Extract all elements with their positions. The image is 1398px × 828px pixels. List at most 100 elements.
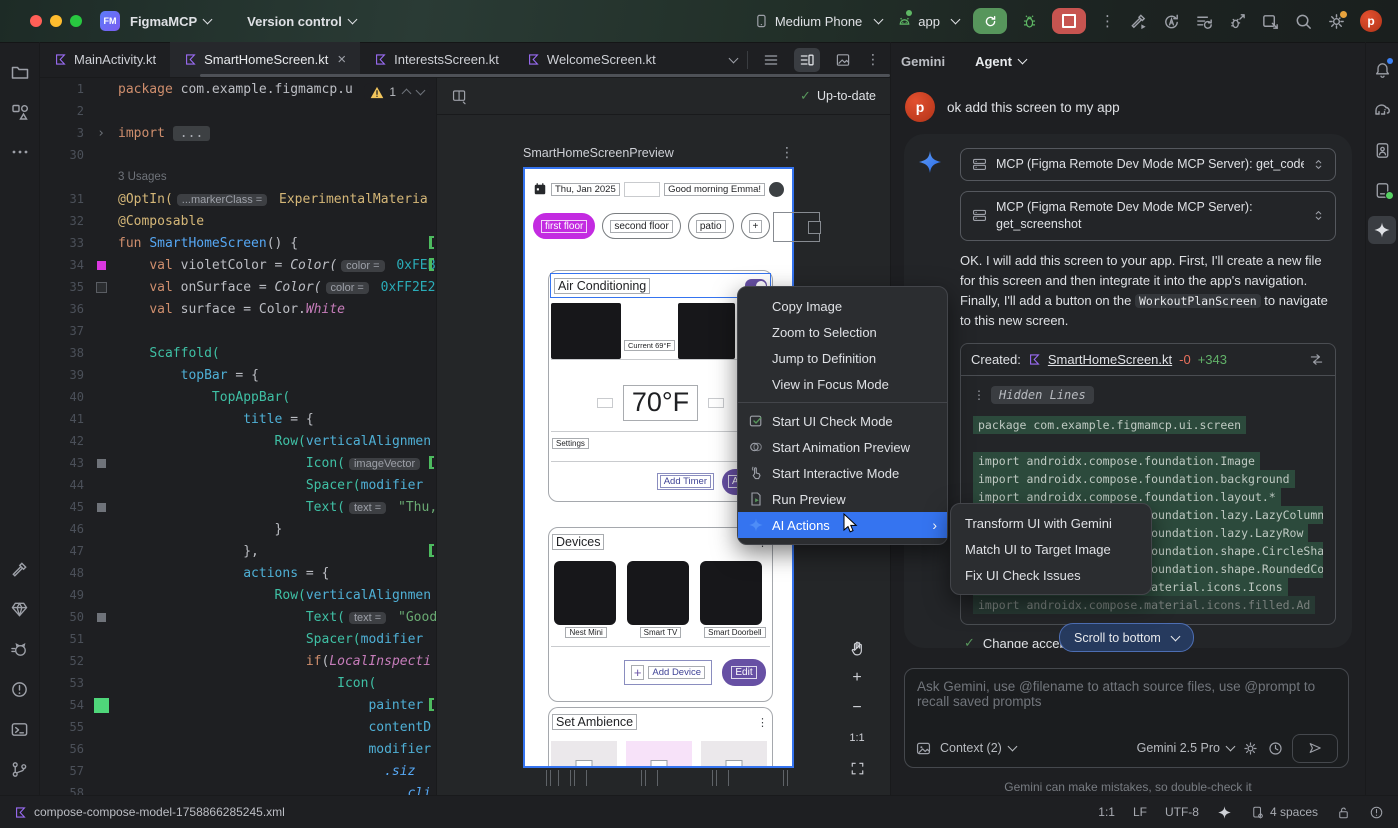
selection-handle[interactable] [808,221,821,234]
project-selector[interactable]: FigmaMCP [130,14,211,29]
model-selector[interactable]: Gemini 2.5 Pro [1137,741,1234,755]
minimize-window-icon[interactable] [50,15,62,27]
tab-list-chevron-icon[interactable] [730,55,737,64]
pan-hand-icon[interactable] [844,636,870,660]
more-actions-kebab[interactable]: ⋮ [1100,12,1115,30]
room-chip-first-floor[interactable]: first floor [533,213,595,239]
close-window-icon[interactable] [30,15,42,27]
search-everywhere-icon[interactable] [1294,12,1313,31]
editor-tab-mainactivity-kt[interactable]: MainActivity.kt [40,42,170,77]
preview-kebab-icon[interactable]: ⋮ [780,144,794,161]
running-devices-icon[interactable] [1368,176,1396,204]
preview-layout-icon[interactable] [451,88,468,105]
color-swatch[interactable] [97,459,106,468]
device-tile-smart-doorbell[interactable] [700,561,762,625]
device-manager-icon[interactable] [1368,136,1396,164]
code-editor[interactable]: 1package com.example.figmamcp.u23›import… [40,78,436,795]
color-swatch[interactable] [94,698,109,713]
menu-item-copy-image[interactable]: Copy Image [738,293,947,319]
room-chip-second-floor[interactable]: second floor [602,213,680,239]
status-file[interactable]: compose-compose-model-1758866285245.xml [14,805,285,819]
tab-scrollbar[interactable] [200,74,890,77]
mcp-call-card[interactable]: MCP (Figma Remote Dev Mode MCP Server): … [960,191,1336,241]
inspection-widget[interactable]: 1 [364,83,430,101]
edit-button[interactable]: Edit [722,659,766,686]
zoom-fit-button[interactable] [844,756,870,780]
open-diff-icon[interactable] [1308,351,1325,368]
build-toolwindow-icon[interactable] [6,555,34,583]
color-swatch[interactable] [97,613,106,622]
file-encoding[interactable]: UTF-8 [1165,805,1199,819]
problems-icon[interactable] [6,675,34,703]
send-button[interactable] [1292,734,1338,763]
temp-plus-bounds[interactable] [708,398,724,408]
submenu-item-match-ui-to-target-image[interactable]: Match UI to Target Image [951,536,1151,562]
vcs-menu[interactable]: Version control [247,14,356,29]
ambience-swatch[interactable] [626,741,692,768]
history-icon[interactable] [1267,740,1284,757]
device-tile-nest-mini[interactable] [554,561,616,625]
code-view-button[interactable] [758,48,784,72]
window-controls[interactable] [30,15,82,27]
rerun-button[interactable] [973,8,1007,34]
created-file-link[interactable]: SmartHomeScreen.kt [1048,352,1172,367]
editor-options-kebab[interactable]: ⋮ [866,51,880,68]
run-config-selector[interactable]: app [896,13,959,30]
lock-icon[interactable] [1336,805,1351,820]
indent-config[interactable]: 4 spaces [1250,805,1318,820]
room-chip-patio[interactable]: patio [688,213,734,239]
next-warning-icon[interactable] [416,86,426,96]
prompt-settings-icon[interactable] [1242,740,1259,757]
zoom-out-button[interactable]: − [844,696,870,720]
version-control-icon[interactable] [6,755,34,783]
apply-changes-icon[interactable] [1162,12,1181,31]
line-separator[interactable]: LF [1133,805,1147,819]
attach-image-icon[interactable] [915,740,932,757]
expand-icon[interactable] [1312,158,1325,171]
menu-item-start-ui-check-mode[interactable]: Start UI Check Mode [738,408,947,434]
color-swatch[interactable] [97,261,106,270]
color-swatch[interactable] [96,282,107,293]
device-tile-smart-tv[interactable] [627,561,689,625]
mcp-call-card[interactable]: MCP (Figma Remote Dev Mode MCP Server): … [960,148,1336,181]
gemini-toolwindow-icon[interactable] [1368,216,1396,244]
zoom-in-button[interactable]: + [844,666,870,690]
project-toolwindow-icon[interactable] [6,58,34,86]
menu-item-view-in-focus-mode[interactable]: View in Focus Mode [738,371,947,397]
ambience-swatch[interactable] [701,741,767,768]
ambience-kebab-icon[interactable]: ⋮ [757,716,768,729]
user-avatar[interactable]: p [1360,10,1382,32]
gemini-status-icon[interactable] [1217,805,1232,820]
submenu-item-fix-ui-check-issues[interactable]: Fix UI Check Issues [951,562,1151,588]
editor-tab-welcomescreen-kt[interactable]: WelcomeScreen.kt [513,42,670,77]
zoom-actual-button[interactable]: 1:1 [844,726,870,750]
profiler-bug-icon[interactable] [1228,12,1247,31]
editor-tab-smarthomescreen-kt[interactable]: SmartHomeScreen.kt× [170,42,360,77]
debug-button[interactable] [1021,13,1038,30]
scroll-to-bottom-button[interactable]: Scroll to bottom [1059,623,1194,652]
profile-avatar[interactable] [769,182,784,197]
error-highlight-icon[interactable] [1369,805,1384,820]
menu-item-start-animation-preview[interactable]: Start Animation Preview [738,434,947,460]
caret-position[interactable]: 1:1 [1098,805,1115,819]
add-timer-button[interactable]: Add Timer [657,473,714,490]
gradle-icon[interactable] [1368,96,1396,124]
room-chip-[interactable]: + [741,213,771,239]
ambience-swatch[interactable] [551,741,617,768]
menu-item-run-preview[interactable]: Run Preview [738,486,947,512]
stop-button[interactable] [1052,8,1086,34]
ac-settings-label[interactable]: Settings [552,438,589,449]
logcat-icon[interactable] [6,635,34,663]
resource-manager-icon[interactable] [6,98,34,126]
menu-item-zoom-to-selection[interactable]: Zoom to Selection [738,319,947,345]
temp-minus-bounds[interactable] [597,398,613,408]
settings-icon[interactable] [1327,12,1346,31]
submenu-item-transform-ui-with-gemini[interactable]: Transform UI with Gemini [951,510,1151,536]
editor-tab-interestsscreen-kt[interactable]: InterestsScreen.kt [360,42,513,77]
close-tab-icon[interactable]: × [337,51,346,68]
apply-code-changes-icon[interactable] [1195,12,1214,31]
layout-inspector-icon[interactable] [1261,12,1280,31]
expand-icon[interactable] [1312,209,1325,222]
split-view-button[interactable] [794,48,820,72]
device-selector[interactable]: Medium Phone [753,13,882,29]
